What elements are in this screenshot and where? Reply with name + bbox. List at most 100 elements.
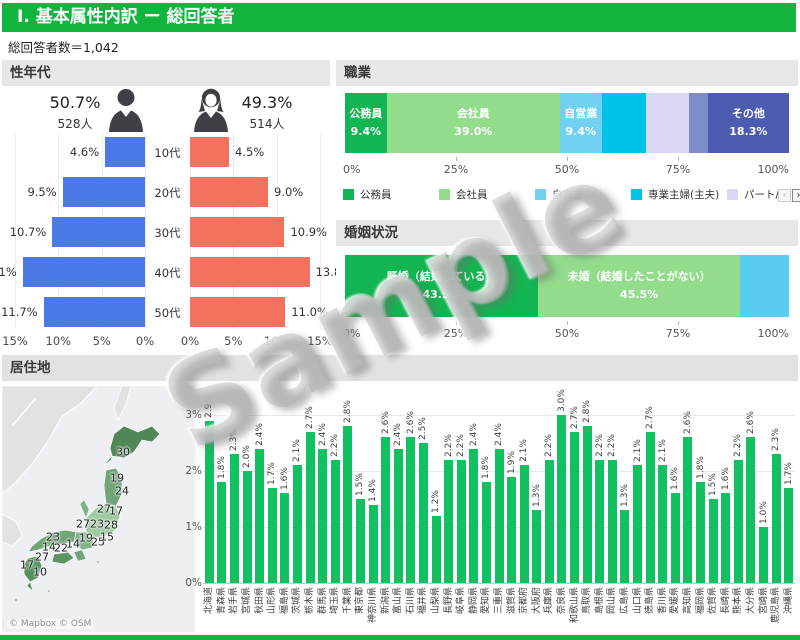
axis-tick-label: 0%: [343, 327, 360, 340]
pref-bar[interactable]: [293, 465, 302, 583]
marital-segment[interactable]: [740, 255, 789, 317]
male-bar[interactable]: [44, 297, 145, 327]
pref-bar[interactable]: [243, 471, 252, 583]
pref-bar[interactable]: [406, 437, 415, 583]
male-bar-value: 14.1%: [0, 265, 17, 279]
occupation-segment[interactable]: 会社員39.0%: [387, 93, 560, 153]
map-attribution[interactable]: © Mapbox © OSM: [7, 619, 93, 629]
pref-name-label: 千葉県: [343, 587, 353, 614]
marital-segment[interactable]: 既婚（結婚している）43.5%: [345, 255, 538, 317]
pref-name-label: 山形県: [267, 587, 277, 614]
male-bar[interactable]: [23, 257, 145, 287]
pref-bar[interactable]: [331, 460, 340, 583]
pref-bar[interactable]: [646, 432, 655, 583]
pref-bar[interactable]: [784, 488, 793, 583]
pref-name-label: 滋賀県: [507, 587, 517, 614]
pref-bar[interactable]: [306, 432, 315, 583]
male-bar-value: 9.5%: [27, 185, 56, 199]
occupation-segment[interactable]: [689, 93, 708, 153]
pref-bar[interactable]: [633, 465, 642, 583]
occupation-segment[interactable]: その他18.3%: [708, 93, 789, 153]
pref-bar[interactable]: [381, 437, 390, 583]
legend-item[interactable]: パート/: [727, 187, 779, 202]
pref-bar[interactable]: [696, 482, 705, 583]
pref-bar[interactable]: [495, 449, 504, 583]
male-bar[interactable]: [52, 217, 145, 247]
legend-item[interactable]: 自営業: [535, 187, 584, 202]
female-bar-value: 10.9%: [290, 225, 327, 239]
pref-name-label: 秋田県: [255, 587, 265, 614]
occupation-segment[interactable]: 自営業9.4%: [560, 93, 602, 153]
pref-bar-value: 1.5%: [355, 473, 365, 496]
pref-bar-value: 2.3%: [229, 428, 239, 451]
pref-bar[interactable]: [469, 449, 478, 583]
pref-bar[interactable]: [545, 460, 554, 583]
occupation-segment[interactable]: [646, 93, 689, 153]
pref-bar[interactable]: [595, 460, 604, 583]
pref-bar[interactable]: [709, 499, 718, 583]
pref-bar[interactable]: [608, 460, 617, 583]
pref-bar[interactable]: [255, 449, 264, 583]
pref-bar[interactable]: [772, 454, 781, 583]
male-bar[interactable]: [63, 177, 145, 207]
y-axis-label: 1%: [180, 521, 202, 533]
pref-name-label: 大分県: [746, 587, 756, 614]
pref-bar[interactable]: [721, 493, 730, 583]
female-bar[interactable]: [190, 257, 310, 287]
male-bar[interactable]: [105, 137, 145, 167]
pref-bar[interactable]: [734, 460, 743, 583]
pref-bar[interactable]: [444, 460, 453, 583]
legend-swatch: [631, 189, 642, 200]
pref-bar[interactable]: [432, 516, 441, 583]
pref-bar[interactable]: [343, 426, 352, 583]
male-bar-value: 11.7%: [1, 305, 38, 319]
legend-item[interactable]: 会社員: [439, 187, 488, 202]
pref-bar[interactable]: [683, 437, 692, 583]
pref-name-label: 愛知県: [481, 587, 491, 614]
pref-bar[interactable]: [520, 465, 529, 583]
pref-name-label: 長野県: [444, 587, 454, 614]
y-axis-label: 2%: [180, 465, 202, 477]
legend-item[interactable]: 公務員: [343, 187, 392, 202]
pref-bar[interactable]: [268, 488, 277, 583]
pref-bar[interactable]: [280, 493, 289, 583]
pref-bar[interactable]: [620, 510, 629, 583]
pref-bar[interactable]: [507, 477, 516, 583]
pref-bar[interactable]: [746, 437, 755, 583]
female-bar[interactable]: [190, 217, 284, 247]
pref-bar[interactable]: [557, 415, 566, 583]
pref-bar[interactable]: [759, 527, 768, 583]
occupation-segment[interactable]: 公務員9.4%: [345, 93, 387, 153]
marital-segment[interactable]: 未婚（結婚したことがない）45.5%: [538, 255, 740, 317]
pref-bar[interactable]: [482, 482, 491, 583]
legend-next-button[interactable]: ›: [792, 189, 800, 202]
pref-bar[interactable]: [205, 421, 214, 583]
pref-bar[interactable]: [369, 505, 378, 583]
pref-bar[interactable]: [457, 460, 466, 583]
legend-item[interactable]: 専業主婦(主夫): [631, 187, 719, 202]
pref-bar[interactable]: [356, 499, 365, 583]
pref-bar[interactable]: [570, 432, 579, 583]
occupation-segment[interactable]: [602, 93, 646, 153]
female-bar[interactable]: [190, 177, 268, 207]
pref-bar[interactable]: [532, 510, 541, 583]
pref-bar[interactable]: [394, 449, 403, 583]
female-bar[interactable]: [190, 297, 285, 327]
female-bar[interactable]: [190, 137, 229, 167]
legend-prev-button[interactable]: ‹: [778, 189, 791, 202]
pref-bar[interactable]: [318, 449, 327, 583]
pref-bar-value: 2.1%: [633, 440, 643, 463]
pref-name-label: 岩手県: [229, 587, 239, 614]
axis-tick: [678, 157, 679, 161]
pref-bar-value: 2.8%: [582, 400, 592, 423]
pref-bar[interactable]: [419, 443, 428, 583]
pref-bar-value: 3.0%: [557, 389, 567, 412]
pref-bar[interactable]: [230, 454, 239, 583]
pref-bar[interactable]: [671, 493, 680, 583]
pref-bar[interactable]: [217, 482, 226, 583]
pref-bar[interactable]: [583, 426, 592, 583]
map-count-label: 27: [35, 551, 49, 564]
pref-bar[interactable]: [658, 465, 667, 583]
pref-bar-value: 2.2%: [456, 434, 466, 457]
japan-map[interactable]: 301924271727232823142214192515271710 © M…: [2, 386, 195, 632]
